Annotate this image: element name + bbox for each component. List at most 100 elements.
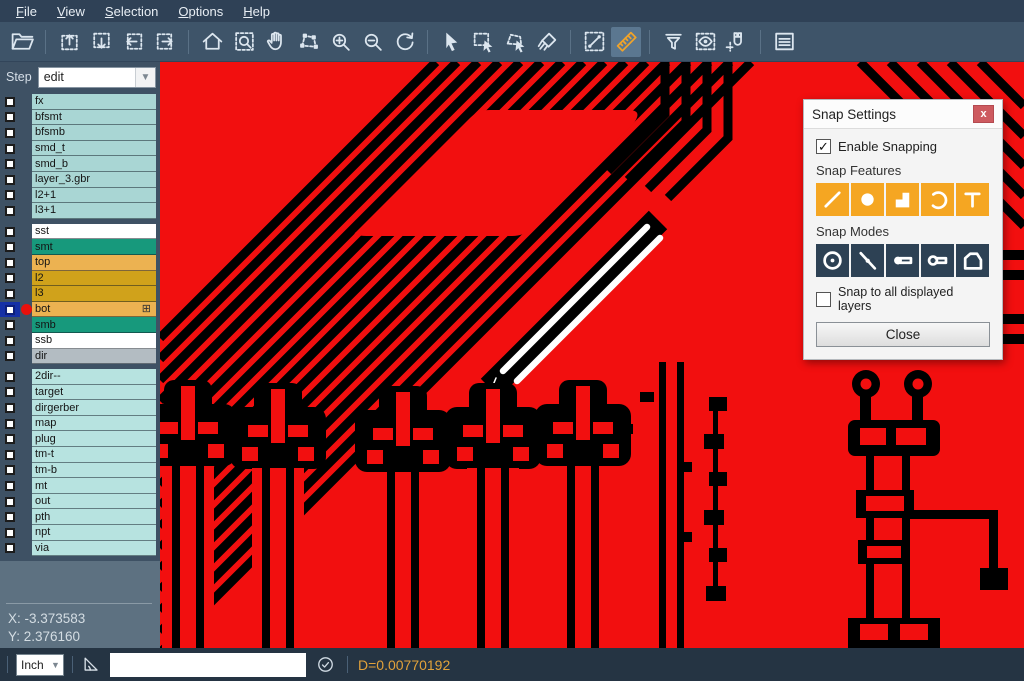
layer-color-bar[interactable]: l3+1 bbox=[32, 203, 156, 219]
layer-visibility-checkbox[interactable] bbox=[5, 372, 15, 382]
dialog-title-bar[interactable]: Snap Settings x bbox=[804, 100, 1002, 129]
layer-color-bar[interactable]: via bbox=[32, 541, 156, 557]
sync-check-icon[interactable] bbox=[316, 655, 335, 674]
close-button[interactable]: Close bbox=[816, 322, 990, 347]
layer-color-bar[interactable]: top bbox=[32, 255, 156, 271]
layer-color-bar[interactable]: dirgerber bbox=[32, 400, 156, 416]
layer-row-smb[interactable]: smb bbox=[0, 317, 160, 333]
menu-help[interactable]: Help bbox=[233, 2, 280, 21]
snap-arc-button[interactable] bbox=[921, 183, 954, 216]
layer-color-bar[interactable]: dir bbox=[32, 349, 156, 365]
snap-pad-button[interactable] bbox=[851, 183, 884, 216]
layer-visibility-checkbox[interactable] bbox=[5, 128, 15, 138]
chevron-down-icon[interactable]: ▼ bbox=[48, 660, 63, 670]
box-arrow-left-button[interactable] bbox=[118, 27, 148, 57]
layer-color-bar[interactable]: tm-b bbox=[32, 463, 156, 479]
measure-points-button[interactable] bbox=[579, 27, 609, 57]
zoom-in-button[interactable] bbox=[325, 27, 355, 57]
layer-visibility-checkbox[interactable] bbox=[5, 351, 15, 361]
measure-input[interactable] bbox=[110, 653, 306, 677]
layer-row-ssb[interactable]: ssb bbox=[0, 333, 160, 349]
box-arrow-down-button[interactable] bbox=[86, 27, 116, 57]
snap-surface-button[interactable] bbox=[886, 183, 919, 216]
layer-color-bar[interactable]: smd_b bbox=[32, 156, 156, 172]
close-icon[interactable]: x bbox=[973, 105, 994, 123]
layer-row-smt[interactable]: smt bbox=[0, 239, 160, 255]
layer-row-l3+1[interactable]: l3+1 bbox=[0, 203, 160, 219]
layer-row-via[interactable]: via bbox=[0, 541, 160, 557]
layer-color-bar[interactable]: 2dir-- bbox=[32, 369, 156, 385]
menu-selection[interactable]: Selection bbox=[95, 2, 168, 21]
unit-select[interactable]: Inch ▼ bbox=[16, 654, 64, 676]
layer-row-npt[interactable]: npt bbox=[0, 525, 160, 541]
snap-text-button[interactable] bbox=[956, 183, 989, 216]
layer-color-bar[interactable]: sst bbox=[32, 224, 156, 240]
layer-visibility-checkbox[interactable] bbox=[5, 512, 15, 522]
select-rectangle-button[interactable] bbox=[468, 27, 498, 57]
mode-slot-filled-button[interactable] bbox=[886, 244, 919, 277]
layer-visibility-checkbox[interactable] bbox=[5, 144, 15, 154]
layer-row-tm-t[interactable]: tm-t bbox=[0, 447, 160, 463]
menu-options[interactable]: Options bbox=[168, 2, 233, 21]
layer-visibility-checkbox[interactable] bbox=[5, 305, 15, 315]
clean-brush-button[interactable] bbox=[532, 27, 562, 57]
layer-visibility-checkbox[interactable] bbox=[5, 450, 15, 460]
layer-visibility-checkbox[interactable] bbox=[5, 481, 15, 491]
layer-row-mt[interactable]: mt bbox=[0, 478, 160, 494]
select-polygon-button[interactable] bbox=[500, 27, 530, 57]
layer-visibility-checkbox[interactable] bbox=[5, 273, 15, 283]
select-cursor-button[interactable] bbox=[436, 27, 466, 57]
layer-row-pth[interactable]: pth bbox=[0, 509, 160, 525]
layer-color-bar[interactable]: pth bbox=[32, 509, 156, 525]
layer-visibility-checkbox[interactable] bbox=[5, 159, 15, 169]
zoom-polygon-button[interactable] bbox=[293, 27, 323, 57]
layer-color-bar[interactable]: l2 bbox=[32, 271, 156, 287]
layer-color-bar[interactable]: smd_t bbox=[32, 141, 156, 157]
layer-color-bar[interactable]: ssb bbox=[32, 333, 156, 349]
layer-visibility-checkbox[interactable] bbox=[5, 403, 15, 413]
layer-row-fx[interactable]: fx bbox=[0, 94, 160, 110]
layer-row-dir[interactable]: dir bbox=[0, 349, 160, 365]
layer-row-smd_t[interactable]: smd_t bbox=[0, 141, 160, 157]
layer-color-bar[interactable]: layer_3.gbr bbox=[32, 172, 156, 188]
layer-row-layer_3.gbr[interactable]: layer_3.gbr bbox=[0, 172, 160, 188]
chevron-down-icon[interactable]: ▼ bbox=[135, 68, 155, 87]
layer-color-bar[interactable]: out bbox=[32, 494, 156, 510]
layer-row-out[interactable]: out bbox=[0, 494, 160, 510]
layer-visibility-checkbox[interactable] bbox=[5, 320, 15, 330]
open-folder-button[interactable] bbox=[7, 27, 37, 57]
layer-visibility-checkbox[interactable] bbox=[5, 175, 15, 185]
layer-row-bot[interactable]: bot⊞ bbox=[0, 302, 160, 318]
layer-visibility-checkbox[interactable] bbox=[5, 258, 15, 268]
box-arrow-right-button[interactable] bbox=[150, 27, 180, 57]
menu-file[interactable]: File bbox=[6, 2, 47, 21]
layer-visibility-checkbox[interactable] bbox=[5, 336, 15, 346]
layer-row-plug[interactable]: plug bbox=[0, 431, 160, 447]
step-select[interactable]: edit ▼ bbox=[38, 67, 156, 88]
layer-color-bar[interactable]: mt bbox=[32, 478, 156, 494]
enable-snapping-checkbox[interactable]: ✓ bbox=[816, 139, 831, 154]
zoom-out-button[interactable] bbox=[357, 27, 387, 57]
mode-outline-button[interactable] bbox=[956, 244, 989, 277]
layer-color-bar[interactable]: l3 bbox=[32, 286, 156, 302]
layer-row-2dir--[interactable]: 2dir-- bbox=[0, 369, 160, 385]
mode-midpoint-button[interactable] bbox=[851, 244, 884, 277]
layer-color-bar[interactable]: l2+1 bbox=[32, 188, 156, 204]
layer-row-sst[interactable]: sst bbox=[0, 224, 160, 240]
layer-row-l2[interactable]: l2 bbox=[0, 271, 160, 287]
layer-visibility-checkbox[interactable] bbox=[5, 497, 15, 507]
layer-row-bfsmb[interactable]: bfsmb bbox=[0, 125, 160, 141]
layer-visibility-checkbox[interactable] bbox=[5, 387, 15, 397]
layer-visibility-checkbox[interactable] bbox=[5, 289, 15, 299]
layer-row-l2+1[interactable]: l2+1 bbox=[0, 188, 160, 204]
snap-line-button[interactable] bbox=[816, 183, 849, 216]
layer-visibility-checkbox[interactable] bbox=[5, 434, 15, 444]
layer-color-bar[interactable]: bot⊞ bbox=[32, 302, 156, 318]
zoom-reset-button[interactable] bbox=[389, 27, 419, 57]
layer-color-bar[interactable]: map bbox=[32, 416, 156, 432]
layer-visibility-checkbox[interactable] bbox=[5, 190, 15, 200]
measure-ruler-button[interactable] bbox=[611, 27, 641, 57]
layer-visibility-checkbox[interactable] bbox=[5, 97, 15, 107]
layer-visibility-checkbox[interactable] bbox=[5, 419, 15, 429]
home-view-button[interactable] bbox=[197, 27, 227, 57]
